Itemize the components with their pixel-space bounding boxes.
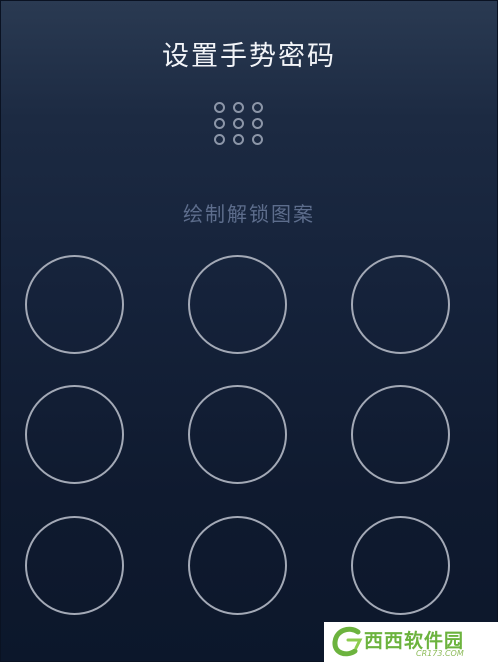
pattern-grid[interactable] xyxy=(0,0,498,662)
watermark-logo: 西西软件园 CR173.COM xyxy=(324,622,498,662)
pattern-node-7[interactable] xyxy=(25,516,124,615)
pattern-node-6[interactable] xyxy=(351,385,450,484)
pattern-node-3[interactable] xyxy=(351,255,450,354)
watermark-url: CR173.COM xyxy=(416,649,464,658)
pattern-node-9[interactable] xyxy=(351,516,450,615)
pattern-node-2[interactable] xyxy=(188,255,287,354)
pattern-node-8[interactable] xyxy=(188,516,287,615)
pattern-node-1[interactable] xyxy=(25,255,124,354)
pattern-node-4[interactable] xyxy=(25,385,124,484)
pattern-node-5[interactable] xyxy=(188,385,287,484)
watermark-swoosh-icon xyxy=(332,626,363,657)
